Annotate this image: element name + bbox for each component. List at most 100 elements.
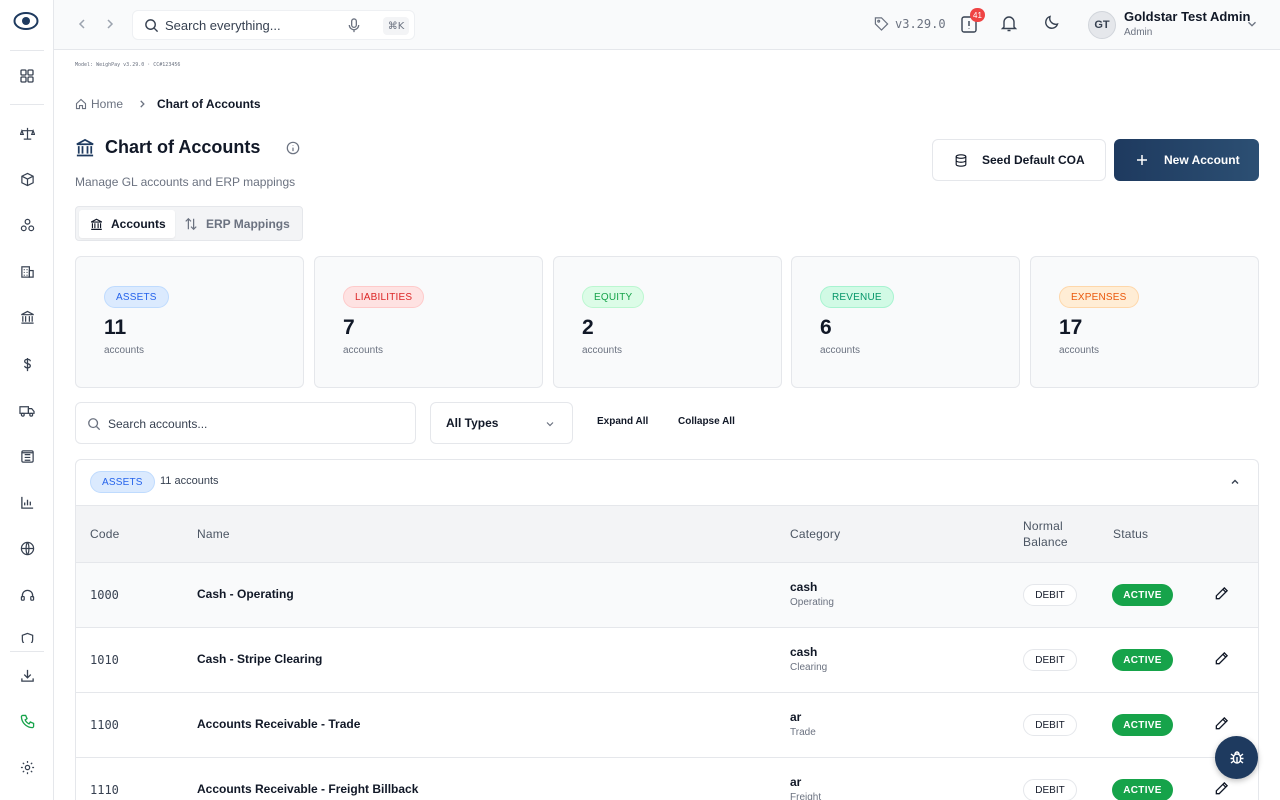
stat-unit: accounts xyxy=(343,345,384,356)
sidebar-item-network[interactable] xyxy=(17,538,37,558)
column-header-status[interactable]: Status xyxy=(1113,526,1148,542)
stat-card-equity[interactable]: EQUITY 2 accounts xyxy=(553,256,782,388)
table-row[interactable]: 1010 Cash - Stripe Clearing cash Clearin… xyxy=(76,627,1258,692)
sidebar-item-reports[interactable] xyxy=(17,492,37,512)
global-search-input[interactable] xyxy=(165,15,335,35)
expand-all-button[interactable]: Expand All xyxy=(597,416,648,427)
normal-balance-badge: DEBIT xyxy=(1023,714,1077,736)
app-logo-icon[interactable] xyxy=(13,10,39,32)
edit-pencil-icon[interactable] xyxy=(1214,586,1229,601)
info-icon[interactable] xyxy=(286,141,300,155)
page-title: Chart of Accounts xyxy=(105,137,261,157)
sidebar-item-settings[interactable] xyxy=(17,757,37,777)
collapse-all-button[interactable]: Collapse All xyxy=(678,416,735,427)
table-row[interactable]: 1100 Accounts Receivable - Trade ar Trad… xyxy=(76,692,1258,757)
sidebar-item-inventory[interactable] xyxy=(17,169,37,189)
column-header-category[interactable]: Category xyxy=(790,526,840,542)
new-account-label: New Account xyxy=(1164,153,1240,167)
stat-card-assets[interactable]: ASSETS 11 accounts xyxy=(75,256,304,388)
breadcrumb-home[interactable]: Home xyxy=(75,97,123,111)
back-button[interactable] xyxy=(74,16,90,32)
sidebar-item-components[interactable] xyxy=(17,215,37,235)
ledger-icon xyxy=(20,449,34,463)
database-icon xyxy=(955,153,967,167)
group-header[interactable]: ASSETS 11 accounts xyxy=(76,460,1258,505)
account-search-input[interactable] xyxy=(108,414,398,434)
seed-default-coa-label: Seed Default COA xyxy=(982,153,1085,167)
dollar-icon xyxy=(23,357,31,371)
phone-icon xyxy=(20,714,34,728)
table-row[interactable]: 1000 Cash - Operating cash Operating DEB… xyxy=(76,562,1258,627)
account-name: Accounts Receivable - Freight Billback xyxy=(197,782,419,796)
table-row[interactable]: 1110 Accounts Receivable - Freight Billb… xyxy=(76,757,1258,800)
type-filter-select[interactable]: All Types xyxy=(430,402,573,444)
bank-icon xyxy=(20,310,34,324)
tab-erp-mappings[interactable]: ERP Mappings xyxy=(184,210,290,238)
search-icon xyxy=(145,19,159,33)
chevron-down-icon[interactable] xyxy=(1245,17,1259,31)
status-badge: ACTIVE xyxy=(1112,779,1173,800)
account-code: 1000 xyxy=(90,588,119,602)
forward-button[interactable] xyxy=(102,16,118,32)
account-category: cash xyxy=(790,645,818,659)
version-label: v3.29.0 xyxy=(895,16,946,31)
sidebar-item-support[interactable] xyxy=(17,585,37,605)
microphone-icon[interactable] xyxy=(347,18,361,33)
stat-card-revenue[interactable]: REVENUE 6 accounts xyxy=(791,256,1020,388)
sidebar-item-ledger[interactable] xyxy=(17,446,37,466)
stat-count: 6 xyxy=(820,316,832,339)
column-header-name[interactable]: Name xyxy=(197,526,230,542)
alerts-count-badge: 41 xyxy=(970,8,985,22)
type-badge: LIABILITIES xyxy=(343,286,425,308)
account-category: cash xyxy=(790,580,818,594)
normal-balance-badge: DEBIT xyxy=(1023,584,1077,606)
tab-accounts[interactable]: Accounts xyxy=(79,210,175,238)
sidebar-item-phone[interactable] xyxy=(17,711,37,731)
column-header-normal-balance[interactable]: Normal Balance xyxy=(1023,518,1083,550)
sidebar-item-facilities[interactable] xyxy=(17,261,37,281)
sidebar-item-scale[interactable] xyxy=(17,123,37,143)
search-shortcut: ⌘K xyxy=(383,17,409,35)
type-badge: ASSETS xyxy=(104,286,169,308)
plus-icon xyxy=(1137,155,1147,165)
user-avatar[interactable]: GT xyxy=(1088,11,1116,39)
account-category: ar xyxy=(790,710,802,724)
type-badge: ASSETS xyxy=(90,471,155,493)
stat-unit: accounts xyxy=(1059,345,1100,356)
user-name[interactable]: Goldstar Test Admin xyxy=(1124,9,1250,24)
theme-toggle[interactable] xyxy=(1044,14,1064,34)
edit-pencil-icon[interactable] xyxy=(1214,651,1229,666)
account-search[interactable] xyxy=(75,402,416,444)
account-name: Cash - Stripe Clearing xyxy=(197,652,323,666)
column-header-code[interactable]: Code xyxy=(90,526,120,542)
sidebar-item-security[interactable] xyxy=(17,629,37,643)
new-account-button[interactable]: New Account xyxy=(1114,139,1259,181)
edit-pencil-icon[interactable] xyxy=(1214,716,1229,731)
sidebar-item-dashboard[interactable] xyxy=(17,66,37,86)
type-filter-value: All Types xyxy=(446,416,499,430)
account-subcategory: Operating xyxy=(790,597,834,608)
notifications-button[interactable] xyxy=(1000,14,1020,34)
swap-icon xyxy=(185,217,197,231)
stat-card-expenses[interactable]: EXPENSES 17 accounts xyxy=(1030,256,1259,388)
stat-count: 7 xyxy=(343,316,355,339)
global-search[interactable]: ⌘K xyxy=(132,10,415,40)
type-badge: EXPENSES xyxy=(1059,286,1139,308)
stat-unit: accounts xyxy=(104,345,145,356)
tab-bar: Accounts ERP Mappings xyxy=(75,206,303,241)
truck-icon xyxy=(19,405,35,417)
components-icon xyxy=(20,218,34,231)
bug-report-button[interactable] xyxy=(1215,736,1258,779)
chevron-up-icon[interactable] xyxy=(1229,476,1241,488)
stat-card-liabilities[interactable]: LIABILITIES 7 accounts xyxy=(314,256,543,388)
sidebar-item-billing[interactable] xyxy=(17,354,37,374)
seed-default-coa-button[interactable]: Seed Default COA xyxy=(932,139,1106,181)
edit-pencil-icon[interactable] xyxy=(1214,781,1229,796)
sidebar xyxy=(0,0,54,800)
account-code: 1010 xyxy=(90,653,119,667)
sidebar-item-accounting[interactable] xyxy=(17,307,37,327)
search-icon xyxy=(88,418,101,431)
sidebar-item-freight[interactable] xyxy=(17,400,37,420)
sidebar-item-downloads[interactable] xyxy=(17,665,37,685)
sidebar-divider xyxy=(10,50,44,51)
